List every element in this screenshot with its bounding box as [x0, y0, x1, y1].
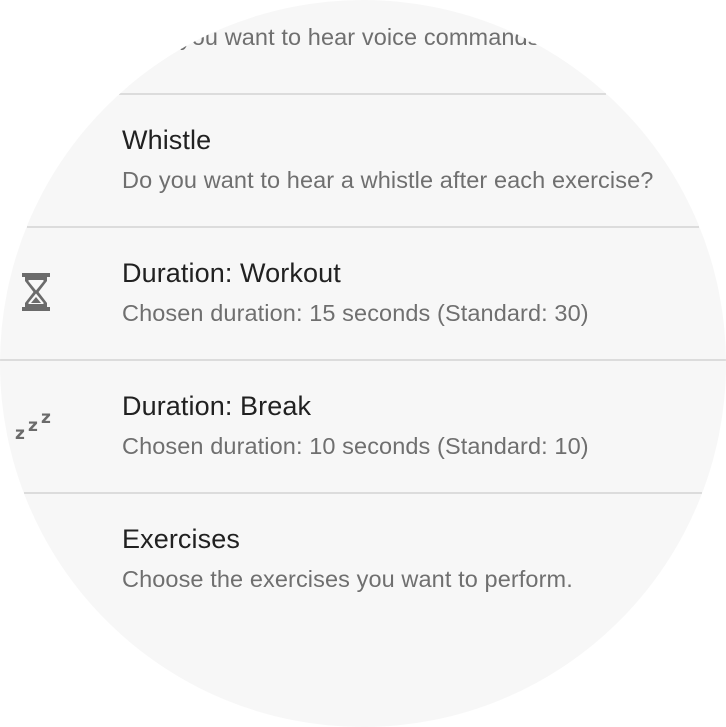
pref-exercises-title: Exercises	[122, 524, 240, 554]
pref-exercises-summary: Choose the exercises you want to perform…	[122, 566, 573, 592]
pref-duration-workout-title: Duration: Workout	[122, 258, 341, 288]
pref-duration-break[interactable]: z z z Duration: Break Chosen duration: 1…	[0, 360, 726, 493]
pref-voice-commands[interactable]: Do you want to hear voice commands?	[0, 0, 726, 73]
pref-duration-break-summary: Chosen duration: 10 seconds (Standard: 1…	[122, 433, 589, 459]
pref-duration-workout-summary: Chosen duration: 15 seconds (Standard: 3…	[122, 300, 589, 326]
pref-whistle[interactable]: Whistle Do you want to hear a whistle af…	[0, 94, 726, 227]
pref-duration-break-title: Duration: Break	[122, 391, 312, 421]
pref-voice-commands-summary: Do you want to hear voice commands?	[143, 24, 553, 50]
pref-whistle-title: Whistle	[122, 125, 212, 155]
pref-exercises[interactable]: Exercises Choose the exercises you want …	[0, 493, 726, 626]
sleep-zzz-icon: z z z	[15, 408, 51, 444]
hourglass-icon	[15, 271, 57, 313]
pref-duration-workout[interactable]: Duration: Workout Chosen duration: 15 se…	[0, 227, 726, 360]
settings-list[interactable]: Do you want to hear voice commands? Whis…	[0, 0, 726, 727]
round-watch-screen: Do you want to hear voice commands? Whis…	[0, 0, 726, 727]
pref-whistle-summary: Do you want to hear a whistle after each…	[122, 167, 654, 193]
